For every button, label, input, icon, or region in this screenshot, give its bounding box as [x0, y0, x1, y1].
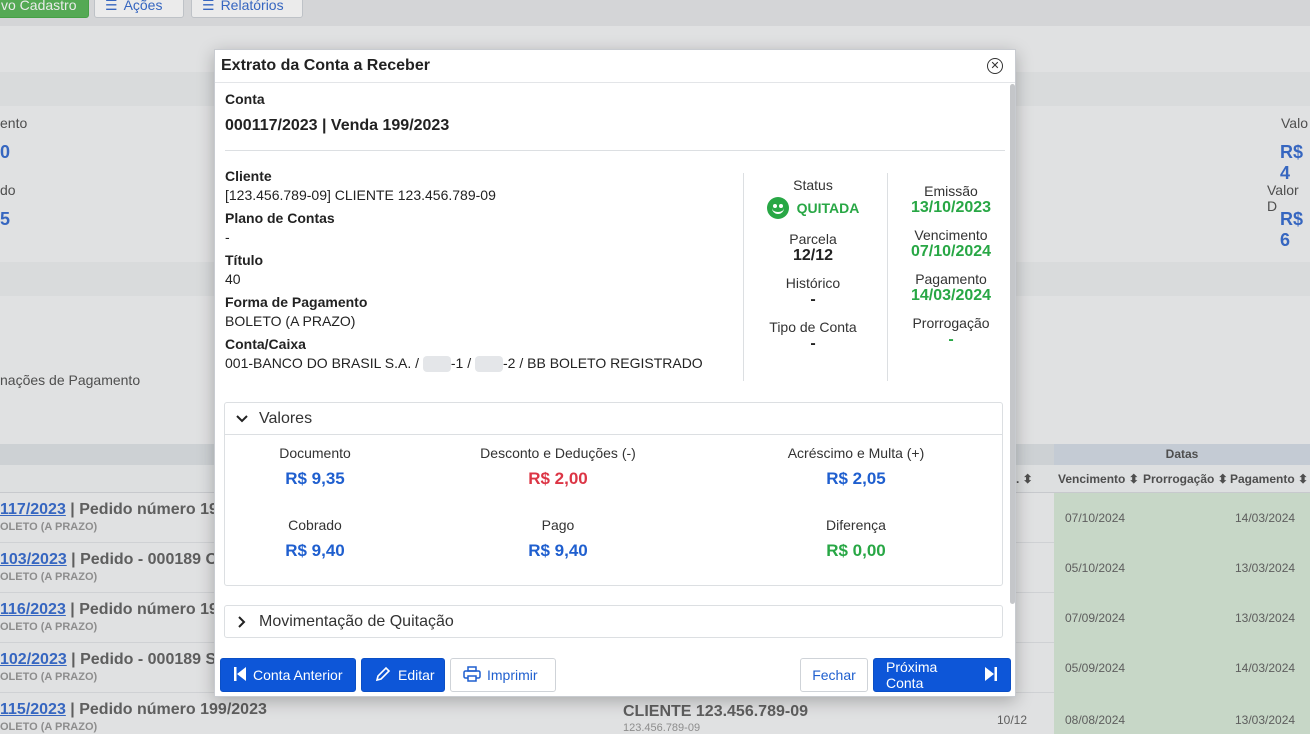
masked-account	[475, 356, 504, 373]
movimentacao-title: Movimentação de Quitação	[259, 613, 454, 630]
documento-label: Documento	[279, 445, 351, 461]
valores-title: Valores	[259, 409, 313, 427]
parcela-value: 12/12	[792, 247, 834, 264]
conta-value: 000117/2023 | Venda 199/2023	[225, 117, 450, 134]
emissao-value: 13/10/2023	[910, 199, 992, 216]
conta-section: Conta 000117/2023 | Venda 199/2023	[225, 91, 1005, 151]
masked-agency	[422, 356, 451, 373]
titulo-field: Título 40	[225, 251, 735, 289]
documento-value: R$ 9,35	[285, 469, 345, 488]
status-column: Status QUITADA Parcela 12/12 Histórico -…	[745, 177, 881, 363]
caixa-agency-suffix: -1 /	[450, 355, 476, 371]
tipo-value: -	[810, 335, 816, 352]
tipo-label: Tipo de Conta	[769, 319, 857, 335]
close-button[interactable]: Fechar	[800, 658, 868, 692]
titulo-label: Título	[225, 252, 264, 268]
cobrado-value: R$ 9,40	[285, 541, 345, 560]
column-divider	[887, 173, 888, 381]
pago-cell: Pago R$ 9,40	[428, 517, 688, 561]
close-label: Fechar	[812, 667, 856, 683]
diferenca-cell: Diferença R$ 0,00	[726, 517, 986, 561]
emissao-label: Emissão	[924, 183, 978, 199]
conta-label: Conta	[225, 91, 265, 107]
forma-label: Forma de Pagamento	[225, 294, 368, 310]
diferenca-label: Diferença	[826, 517, 886, 533]
desconto-value: R$ 2,00	[528, 469, 588, 488]
valores-grid: Documento R$ 9,35 Desconto e Deduções (-…	[225, 435, 1002, 585]
valores-toggle[interactable]: Valores	[225, 403, 1002, 435]
cliente-label: Cliente	[225, 168, 272, 184]
cliente-value: [123.456.789-09] CLIENTE 123.456.789-09	[225, 187, 496, 203]
acrescimo-value: R$ 2,05	[826, 469, 886, 488]
status-value: QUITADA	[796, 200, 860, 216]
status-label: Status	[793, 177, 833, 193]
previous-account-button[interactable]: Conta Anterior	[220, 658, 356, 692]
smile-icon	[766, 197, 789, 219]
historico-value: -	[810, 291, 816, 308]
vencimento-label: Vencimento	[914, 227, 988, 243]
caixa-value: 001-BANCO DO BRASIL S.A. / -1 / -2 / BB …	[225, 353, 735, 373]
modal-title: Extrato da Conta a Receber	[221, 57, 430, 74]
modal-footer: Conta Anterior Editar Imprimir Fechar Pr…	[215, 656, 1015, 696]
acrescimo-cell: Acréscimo e Multa (+) R$ 2,05	[726, 445, 986, 489]
printer-icon	[463, 665, 481, 685]
plano-value: -	[225, 229, 230, 245]
status-badge: QUITADA	[745, 197, 881, 219]
movimentacao-toggle[interactable]: Movimentação de Quitação	[225, 606, 1002, 638]
print-button[interactable]: Imprimir	[450, 658, 556, 692]
edit-button[interactable]: Editar	[361, 658, 445, 692]
skip-next-icon	[984, 666, 998, 685]
pagamento-label: Pagamento	[915, 271, 987, 287]
forma-value: BOLETO (A PRAZO)	[225, 313, 356, 329]
pago-label: Pago	[541, 517, 575, 533]
caixa-field: Conta/Caixa 001-BANCO DO BRASIL S.A. / -…	[225, 335, 735, 373]
pago-value: R$ 9,40	[528, 541, 588, 560]
modal-header: Extrato da Conta a Receber ✕	[215, 50, 1015, 83]
cobrado-label: Cobrado	[288, 517, 342, 533]
caixa-account-suffix: -2 / BB BOLETO REGISTRADO	[503, 355, 703, 371]
documento-cell: Documento R$ 9,35	[215, 445, 445, 489]
edit-label: Editar	[398, 667, 435, 683]
plano-label: Plano de Contas	[225, 210, 335, 226]
close-icon[interactable]: ✕	[987, 58, 1003, 74]
prorrogacao-value: -	[948, 331, 954, 348]
modal-body: Conta 000117/2023 | Venda 199/2023 Clien…	[215, 83, 1011, 647]
cliente-field: Cliente [123.456.789-09] CLIENTE 123.456…	[225, 167, 735, 205]
account-statement-modal: Extrato da Conta a Receber ✕ Conta 00011…	[214, 49, 1016, 697]
pagamento-value: 14/03/2024	[910, 287, 992, 304]
movimentacao-panel: Movimentação de Quitação	[224, 605, 1003, 638]
titulo-value: 40	[225, 271, 241, 287]
print-label: Imprimir	[487, 667, 538, 683]
previous-account-label: Conta Anterior	[253, 667, 343, 683]
dates-column: Emissão 13/10/2023 Vencimento 07/10/2024…	[891, 183, 1011, 359]
vencimento-value: 07/10/2024	[910, 243, 992, 260]
caixa-label: Conta/Caixa	[225, 336, 306, 352]
historico-label: Histórico	[785, 275, 841, 291]
next-account-button[interactable]: Próxima Conta	[873, 658, 1011, 692]
plano-field: Plano de Contas -	[225, 209, 735, 247]
column-divider	[743, 173, 744, 381]
valores-panel: Valores Documento R$ 9,35 Desconto e Ded…	[224, 402, 1003, 586]
cobrado-cell: Cobrado R$ 9,40	[215, 517, 445, 561]
forma-field: Forma de Pagamento BOLETO (A PRAZO)	[225, 293, 735, 331]
chevron-down-icon	[235, 412, 249, 426]
parcela-label: Parcela	[789, 231, 837, 247]
acrescimo-label: Acréscimo e Multa (+)	[787, 445, 925, 461]
desconto-cell: Desconto e Deduções (-) R$ 2,00	[428, 445, 688, 489]
account-details: Cliente [123.456.789-09] CLIENTE 123.456…	[225, 167, 735, 377]
chevron-right-icon	[235, 615, 249, 629]
skip-previous-icon	[233, 666, 247, 685]
pencil-icon	[374, 665, 392, 686]
next-account-label: Próxima Conta	[886, 659, 938, 691]
diferenca-value: R$ 0,00	[826, 541, 886, 560]
desconto-label: Desconto e Deduções (-)	[480, 445, 636, 461]
caixa-bank: 001-BANCO DO BRASIL S.A. /	[225, 355, 423, 371]
prorrogacao-label: Prorrogação	[912, 315, 990, 331]
